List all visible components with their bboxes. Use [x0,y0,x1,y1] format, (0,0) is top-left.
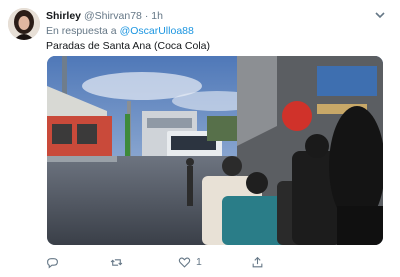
tweet-card[interactable]: Shirley @Shirvan78 · 1h En respuesta a @… [0,0,400,277]
reply-icon [47,257,58,269]
retweet-icon [110,258,123,266]
tweet-header: Shirley @Shirvan78 · 1h [46,10,163,22]
reply-context: En respuesta a @OscarUlloa88 [46,25,194,37]
share-icon [252,256,263,267]
user-handle[interactable]: @Shirvan78 [84,10,142,22]
retweet-button[interactable] [110,255,128,269]
share-button[interactable] [251,255,269,269]
avatar[interactable] [8,8,40,40]
heart-icon [178,257,191,268]
separator: · [144,10,149,22]
chevron-down-icon[interactable] [374,10,386,20]
timestamp[interactable]: 1h [151,10,163,22]
tweet-photo[interactable] [47,56,383,245]
reply-button[interactable] [46,255,64,269]
reply-prefix: En respuesta a [46,25,117,37]
tweet-actions: 1 [46,255,386,269]
reply-to-link[interactable]: @OscarUlloa88 [120,25,194,37]
like-button[interactable]: 1 [178,255,202,269]
display-name[interactable]: Shirley [46,10,81,22]
like-count: 1 [196,256,202,268]
tweet-text: Paradas de Santa Ana (Coca Cola) [46,40,211,52]
